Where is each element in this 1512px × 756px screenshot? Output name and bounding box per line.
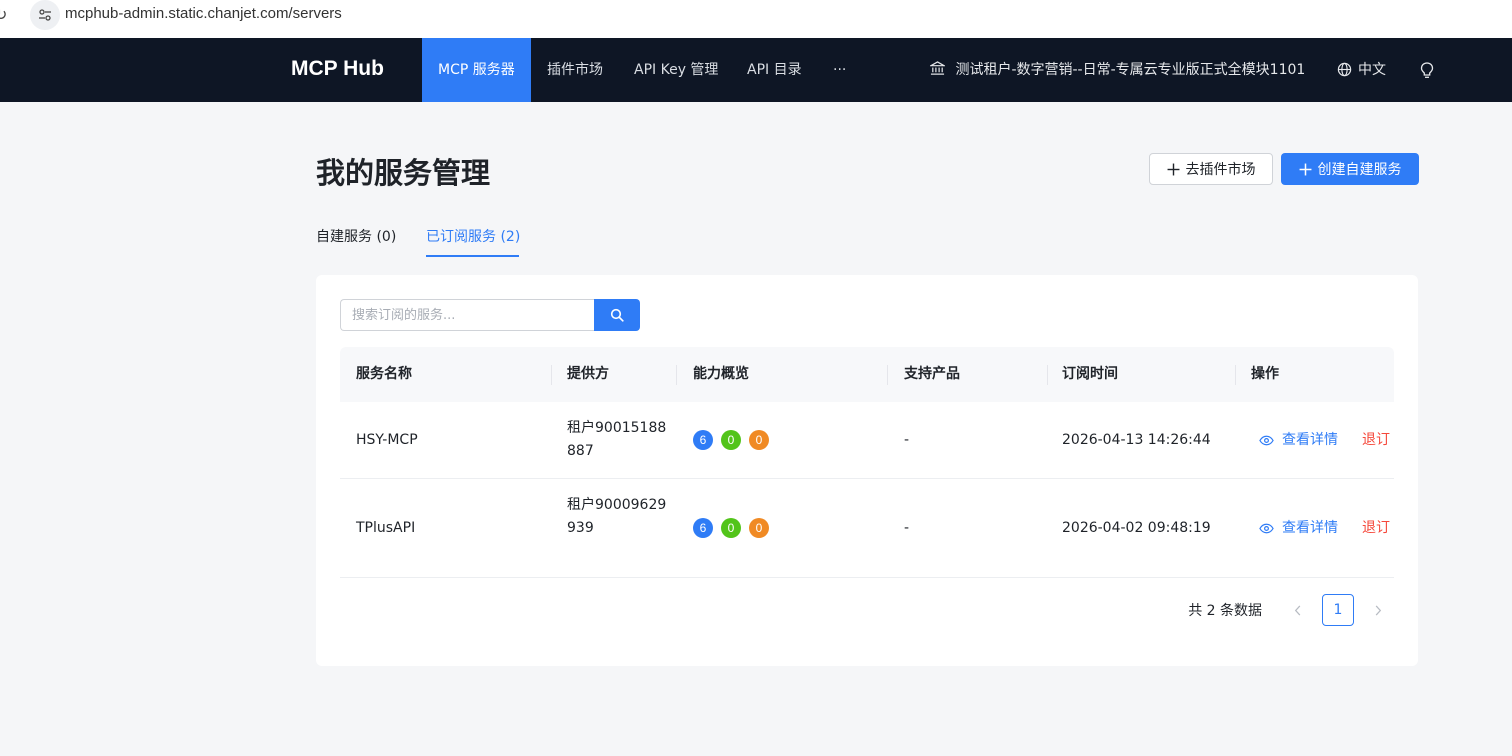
search-input[interactable] — [340, 299, 594, 331]
chevron-left-icon[interactable] — [1282, 594, 1314, 626]
language-label: 中文 — [1358, 62, 1386, 78]
col-actions: 操作 — [1251, 366, 1279, 382]
table-header: 服务名称 提供方 能力概览 支持产品 订阅时间 操作 — [340, 347, 1394, 402]
table-row: HSY-MCP 租户90015188887 6 0 0 - 2026-04-13… — [340, 402, 1394, 479]
eye-icon — [1259, 523, 1274, 534]
supported-products: - — [904, 520, 910, 536]
create-service-label: 创建自建服务 — [1317, 162, 1402, 178]
plus-icon — [1167, 163, 1179, 175]
bulb-icon[interactable] — [1420, 62, 1434, 83]
col-products: 支持产品 — [904, 366, 960, 382]
provider: 租户90009629939 — [567, 497, 667, 536]
unsubscribe-link[interactable]: 退订 — [1362, 517, 1390, 540]
tab-active-indicator — [426, 255, 519, 257]
view-details-link[interactable]: 查看详情 — [1259, 429, 1338, 452]
subscribe-time: 2026-04-02 09:48:19 — [1062, 520, 1211, 536]
capability-badge-resources: 0 — [721, 518, 741, 538]
browser-address-bar: ↻ mcphub-admin.static.chanjet.com/server… — [0, 0, 1512, 38]
col-divider — [676, 365, 677, 385]
capability-badge-resources: 0 — [721, 430, 741, 450]
col-service-name: 服务名称 — [356, 366, 412, 382]
services-table: 服务名称 提供方 能力概览 支持产品 订阅时间 操作 HSY-MCP 租户900… — [340, 347, 1394, 578]
eye-icon — [1259, 435, 1274, 446]
go-plugin-market-button[interactable]: 去插件市场 — [1149, 153, 1273, 185]
pagination: 共 2 条数据 1 — [1188, 594, 1394, 626]
col-divider — [1235, 365, 1236, 385]
plus-icon — [1299, 163, 1311, 175]
reload-icon[interactable]: ↻ — [0, 5, 7, 24]
chevron-right-icon[interactable] — [1362, 594, 1394, 626]
view-details-label: 查看详情 — [1282, 432, 1338, 448]
supported-products: - — [904, 432, 910, 448]
col-divider — [1047, 365, 1048, 385]
view-details-label: 查看详情 — [1282, 520, 1338, 536]
unsubscribe-link[interactable]: 退订 — [1362, 429, 1390, 452]
nav-item-plugin-market[interactable]: 插件市场 — [547, 38, 603, 102]
search-bar — [340, 299, 640, 331]
search-button[interactable] — [594, 299, 640, 331]
col-divider — [551, 365, 552, 385]
pagination-total: 共 2 条数据 — [1188, 603, 1262, 619]
capability-badge-prompts: 0 — [749, 518, 769, 538]
globe-icon — [1337, 62, 1352, 77]
tab-subscribed[interactable]: 已订阅服务 (2) — [426, 226, 520, 246]
capability-badges: 6 0 0 — [693, 430, 769, 450]
view-details-link[interactable]: 查看详情 — [1259, 517, 1338, 540]
nav-item-api-key[interactable]: API Key 管理 — [634, 38, 718, 102]
nav-item-api-catalog[interactable]: API 目录 — [747, 38, 802, 102]
col-provider: 提供方 — [567, 366, 609, 382]
tenant-name: 测试租户-数字营销--日常-专属云专业版正式全模块1101 — [955, 62, 1306, 78]
language-switcher[interactable]: 中文 — [1337, 38, 1386, 102]
col-divider — [887, 365, 888, 385]
brand-logo[interactable]: MCP Hub — [291, 57, 384, 81]
page-title: 我的服务管理 — [316, 156, 491, 190]
subscribe-time: 2026-04-13 14:26:44 — [1062, 432, 1211, 448]
nav-item-more[interactable]: ··· — [833, 38, 846, 102]
service-name: TPlusAPI — [356, 520, 416, 536]
table-row: TPlusAPI 租户90009629939 6 0 0 - 2026-04-0… — [340, 479, 1394, 578]
tab-self-built[interactable]: 自建服务 (0) — [316, 226, 396, 246]
top-nav: MCP Hub MCP 服务器 插件市场 API Key 管理 API 目录 ·… — [0, 38, 1512, 102]
tenant-switcher[interactable]: 测试租户-数字营销--日常-专属云专业版正式全模块1101 — [928, 38, 1306, 104]
bank-icon — [928, 40, 947, 104]
site-settings-icon[interactable] — [30, 0, 60, 30]
service-name: HSY-MCP — [356, 432, 418, 448]
search-icon — [610, 308, 624, 322]
nav-item-mcp-servers[interactable]: MCP 服务器 — [422, 38, 531, 102]
capability-badge-tools: 6 — [693, 430, 713, 450]
provider: 租户90015188887 — [567, 420, 667, 459]
create-service-button[interactable]: 创建自建服务 — [1281, 153, 1419, 185]
col-capabilities: 能力概览 — [693, 366, 749, 382]
col-subscribe-time: 订阅时间 — [1062, 366, 1118, 382]
capability-badge-tools: 6 — [693, 518, 713, 538]
capability-badges: 6 0 0 — [693, 518, 769, 538]
page-number-current[interactable]: 1 — [1322, 594, 1354, 626]
subscribed-services-card: 服务名称 提供方 能力概览 支持产品 订阅时间 操作 HSY-MCP 租户900… — [316, 275, 1418, 666]
capability-badge-prompts: 0 — [749, 430, 769, 450]
go-plugin-market-label: 去插件市场 — [1185, 162, 1256, 178]
url-text[interactable]: mcphub-admin.static.chanjet.com/servers — [65, 5, 342, 22]
